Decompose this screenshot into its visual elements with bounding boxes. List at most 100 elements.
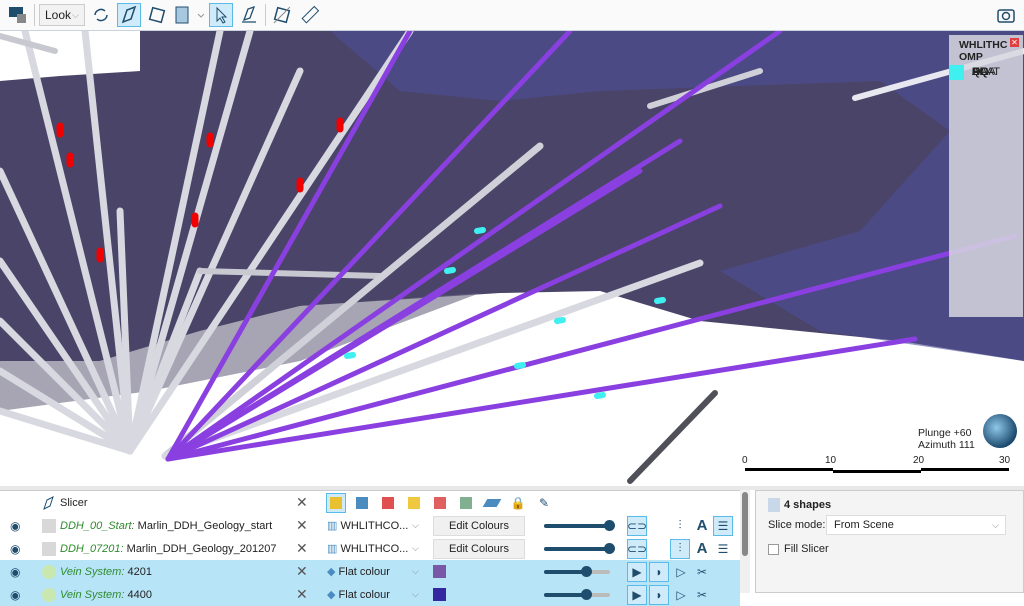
lithology-interval-u[interactable]: [344, 352, 356, 359]
lock-icon[interactable]: 🔒: [508, 493, 528, 513]
remove-icon[interactable]: ✕: [296, 494, 308, 511]
show-backfaces-icon[interactable]: ◗: [649, 561, 669, 582]
slider-knob[interactable]: [604, 520, 615, 531]
shape-name: DDH_07201: Marlin_DDH_Geology_201207: [60, 542, 277, 555]
lithology-interval-u[interactable]: [594, 392, 606, 399]
slice-cube-blue-icon[interactable]: [352, 493, 372, 513]
remove-icon[interactable]: ✕: [296, 563, 308, 580]
slider-knob[interactable]: [604, 543, 615, 554]
show-backfaces-icon[interactable]: ◗: [649, 584, 669, 605]
slice-cube-red-icon[interactable]: [378, 493, 398, 513]
drillhole-trace[interactable]: [627, 390, 718, 484]
legend-label: U: [972, 66, 980, 78]
slice-mode-dropdown[interactable]: From Scene ⌵: [826, 515, 1006, 535]
show-faces-icon[interactable]: ▶: [627, 584, 647, 605]
slicer-button[interactable]: [117, 3, 141, 27]
remove-icon[interactable]: ✕: [296, 517, 308, 534]
label-icon[interactable]: A: [692, 539, 712, 559]
edit-colours-button[interactable]: Edit Colours: [433, 538, 525, 559]
checkbox-box[interactable]: [768, 543, 779, 555]
chevron-down-icon[interactable]: ⌵: [412, 589, 419, 600]
scrollbar-thumb[interactable]: [742, 492, 748, 556]
clear-scene-button[interactable]: [6, 3, 30, 27]
tube-style-icon[interactable]: ⫶: [670, 516, 690, 536]
lithology-interval-u[interactable]: [554, 317, 566, 324]
legend-title: WHLITHCOMP: [959, 39, 1008, 63]
view-mode-dropdown[interactable]: Look ⌵: [39, 4, 85, 26]
slider-knob[interactable]: [580, 589, 592, 600]
shapes-header: 4 shapes: [768, 498, 831, 512]
select-button[interactable]: [209, 3, 233, 27]
opacity-slider[interactable]: [544, 566, 610, 577]
visibility-eye-icon[interactable]: ◉: [10, 588, 20, 602]
opacity-slider[interactable]: [544, 543, 615, 554]
show-legend-icon[interactable]: ☰: [713, 539, 733, 559]
slice-cube-yellow2-icon[interactable]: [404, 493, 424, 513]
slice-cube-green-icon[interactable]: [456, 493, 476, 513]
chevron-down-icon[interactable]: ⌵: [412, 543, 419, 554]
rotate-button[interactable]: [89, 3, 113, 27]
edit-colours-button[interactable]: Edit Colours: [433, 515, 525, 536]
show-edges-icon[interactable]: ▷: [671, 562, 691, 582]
screenshot-button[interactable]: [994, 3, 1018, 27]
show-edges-icon[interactable]: ▷: [671, 585, 691, 605]
legend-toggle-icon[interactable]: ⊂⊃: [627, 515, 647, 536]
colour-mode[interactable]: ▥ WHLITHCO...: [327, 519, 408, 532]
show-legend-icon[interactable]: ☰: [713, 515, 733, 536]
shapes-count: 4 shapes: [784, 499, 832, 511]
slicer-row[interactable]: Slicer ✕ 🔒 ✎: [0, 491, 740, 514]
slice-box-button[interactable]: [173, 3, 205, 27]
list-scrollbar[interactable]: [740, 490, 750, 593]
lithology-interval-u[interactable]: [474, 227, 486, 234]
colour-swatch[interactable]: [433, 588, 446, 601]
slider-knob[interactable]: [580, 566, 592, 577]
plunge-label: Plunge +60: [918, 427, 972, 439]
3d-scene-viewport[interactable]: ✕ WHLITHCOMP A AQ C CA CQ D P PEAT Q QC QCA R S U Plu…: [0, 31, 1024, 486]
measure-button[interactable]: [298, 3, 322, 27]
remove-icon[interactable]: ✕: [296, 540, 308, 557]
close-legend-button[interactable]: ✕: [1010, 38, 1019, 47]
lithology-interval-u[interactable]: [654, 297, 666, 304]
slice-box-icon: [175, 6, 204, 24]
legend-toggle-icon[interactable]: ⊂⊃: [627, 538, 647, 559]
lithology-interval-u[interactable]: [514, 362, 526, 369]
colour-mode[interactable]: ◆ Flat colour: [327, 588, 390, 601]
shape-list: Slicer ✕ 🔒 ✎ ◉ DDH_00_Start: Marlin_DDH_…: [0, 490, 740, 606]
opacity-slider[interactable]: [544, 520, 615, 531]
colour-mode[interactable]: ◆ Flat colour: [327, 565, 390, 578]
label-icon[interactable]: A: [692, 516, 712, 536]
chevron-down-icon[interactable]: ⌵: [412, 566, 419, 577]
slice-plane-icon[interactable]: [482, 493, 502, 513]
opacity-slider[interactable]: [544, 589, 610, 600]
shape-row[interactable]: ◉ Vein System: 4400 ✕ ◆ Flat colour ⌵ ▶ …: [0, 583, 740, 606]
lithology-interval-u[interactable]: [444, 267, 456, 274]
shape-row[interactable]: ◉ DDH_07201: Marlin_DDH_Geology_201207 ✕…: [0, 537, 740, 560]
colour-mode[interactable]: ▥ WHLITHCO...: [327, 542, 408, 555]
shape-row[interactable]: ◉ Vein System: 4201 ✕ ◆ Flat colour ⌵ ▶ …: [0, 560, 740, 583]
slice-cut-icon[interactable]: ✂: [692, 585, 712, 605]
visibility-eye-icon[interactable]: ◉: [10, 565, 20, 579]
rotate-axis-icon: [148, 6, 166, 24]
view-orientation-globe[interactable]: [983, 414, 1017, 448]
vein-system-icon: [42, 587, 56, 602]
slice-cut-icon[interactable]: ✂: [692, 562, 712, 582]
slice-cube-red2-icon[interactable]: [430, 493, 450, 513]
visibility-eye-icon[interactable]: ◉: [10, 519, 20, 533]
tube-style-icon[interactable]: ⫶: [670, 538, 690, 559]
view-mode-value: Look: [45, 8, 72, 22]
scale-tick: 30: [999, 455, 1011, 466]
colour-swatch[interactable]: [433, 565, 446, 578]
visibility-eye-icon[interactable]: ◉: [10, 542, 20, 556]
hide-slicer-button[interactable]: [270, 3, 294, 27]
draw-slicer-icon: [242, 5, 256, 23]
slicer-pin-icon[interactable]: ✎: [534, 493, 554, 513]
hide-slicer-icon: [273, 6, 291, 24]
chevron-down-icon[interactable]: ⌵: [412, 520, 419, 531]
shape-row[interactable]: ◉ DDH_00_Start: Marlin_DDH_Geology_start…: [0, 514, 740, 537]
draw-slicer-button[interactable]: [237, 3, 261, 27]
fill-slicer-checkbox[interactable]: Fill Slicer: [768, 543, 829, 555]
slice-cube-yellow-icon[interactable]: [326, 492, 346, 513]
rotate-axis-button[interactable]: [145, 3, 169, 27]
remove-icon[interactable]: ✕: [296, 586, 308, 603]
show-faces-icon[interactable]: ▶: [627, 561, 647, 582]
